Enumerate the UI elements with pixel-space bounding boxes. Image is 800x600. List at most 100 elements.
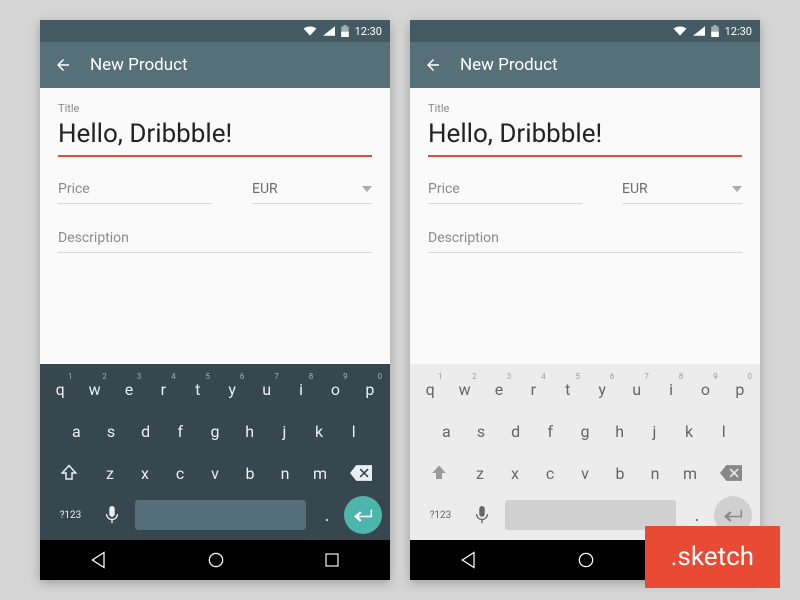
space-key[interactable] (135, 500, 306, 530)
shift-key[interactable] (417, 454, 462, 492)
key-r[interactable]: r4 (517, 370, 549, 408)
backspace-key[interactable] (709, 454, 754, 492)
period-key[interactable]: . (680, 505, 714, 526)
key-f[interactable]: f (534, 412, 567, 450)
key-p[interactable]: p0 (354, 370, 386, 408)
key-m[interactable]: m (304, 454, 337, 492)
key-u[interactable]: u7 (620, 370, 652, 408)
key-j[interactable]: j (268, 412, 301, 450)
back-arrow-icon[interactable] (54, 56, 72, 74)
signal-icon (693, 26, 705, 36)
key-v[interactable]: v (569, 454, 602, 492)
key-g[interactable]: g (569, 412, 602, 450)
backspace-key[interactable] (339, 454, 384, 492)
status-bar: 12:30 (410, 20, 760, 42)
description-input[interactable]: Description (58, 230, 372, 253)
nav-home-icon[interactable] (576, 550, 596, 570)
keyboard-dark: q1w2e3r4t5y6u7i8o9p0 asdfghjkl zxcvbnm ?… (40, 364, 390, 540)
key-y[interactable]: y6 (586, 370, 618, 408)
currency-value: EUR (622, 181, 648, 197)
status-time: 12:30 (355, 25, 382, 38)
key-d[interactable]: d (129, 412, 162, 450)
period-key[interactable]: . (310, 505, 344, 526)
key-x[interactable]: x (129, 454, 162, 492)
key-e[interactable]: e3 (483, 370, 515, 408)
keyboard-row-3: zxcvbnm (414, 454, 756, 492)
form-content: Title Hello, Dribbble! Price EUR Descrip… (410, 88, 760, 253)
keyboard-row-bottom: ?123 . (44, 496, 386, 536)
key-i[interactable]: i8 (655, 370, 687, 408)
key-y[interactable]: y6 (216, 370, 248, 408)
key-s[interactable]: s (465, 412, 498, 450)
key-p[interactable]: p0 (724, 370, 756, 408)
title-input[interactable]: Hello, Dribbble! (58, 115, 372, 155)
nav-back-icon[interactable] (459, 550, 479, 570)
back-arrow-icon[interactable] (424, 56, 442, 74)
key-l[interactable]: l (337, 412, 370, 450)
dropdown-icon (732, 186, 742, 192)
wifi-icon (673, 26, 687, 36)
key-f[interactable]: f (164, 412, 197, 450)
shift-key[interactable] (47, 454, 92, 492)
key-d[interactable]: d (499, 412, 532, 450)
key-h[interactable]: h (603, 412, 636, 450)
key-v[interactable]: v (199, 454, 232, 492)
key-c[interactable]: c (534, 454, 567, 492)
key-m[interactable]: m (674, 454, 707, 492)
key-a[interactable]: a (430, 412, 463, 450)
key-u[interactable]: u7 (250, 370, 282, 408)
key-a[interactable]: a (60, 412, 93, 450)
key-t[interactable]: t5 (182, 370, 214, 408)
key-g[interactable]: g (199, 412, 232, 450)
symbols-key[interactable]: ?123 (48, 496, 93, 534)
battery-icon (341, 25, 349, 37)
key-n[interactable]: n (639, 454, 672, 492)
sketch-badge: .sketch (645, 526, 780, 588)
currency-select[interactable]: EUR (622, 181, 742, 204)
description-input[interactable]: Description (428, 230, 742, 253)
key-k[interactable]: k (303, 412, 336, 450)
enter-key[interactable] (344, 496, 382, 534)
symbols-key[interactable]: ?123 (418, 496, 463, 534)
key-z[interactable]: z (464, 454, 497, 492)
phone-dark-keyboard: 12:30 New Product Title Hello, Dribbble!… (40, 20, 390, 580)
key-i[interactable]: i8 (285, 370, 317, 408)
title-input[interactable]: Hello, Dribbble! (428, 115, 742, 155)
nav-back-icon[interactable] (89, 550, 109, 570)
mic-key[interactable] (463, 506, 501, 524)
key-k[interactable]: k (673, 412, 706, 450)
mic-key[interactable] (93, 506, 131, 524)
key-q[interactable]: q1 (414, 370, 446, 408)
key-q[interactable]: q1 (44, 370, 76, 408)
keyboard-row-3: zxcvbnm (44, 454, 386, 492)
price-input[interactable]: Price (58, 181, 212, 204)
key-w[interactable]: w2 (448, 370, 480, 408)
key-n[interactable]: n (269, 454, 302, 492)
key-w[interactable]: w2 (78, 370, 110, 408)
key-c[interactable]: c (164, 454, 197, 492)
wifi-icon (303, 26, 317, 36)
key-r[interactable]: r4 (147, 370, 179, 408)
key-l[interactable]: l (707, 412, 740, 450)
key-s[interactable]: s (95, 412, 128, 450)
key-t[interactable]: t5 (552, 370, 584, 408)
key-x[interactable]: x (499, 454, 532, 492)
key-e[interactable]: e3 (113, 370, 145, 408)
key-z[interactable]: z (94, 454, 127, 492)
key-h[interactable]: h (233, 412, 266, 450)
key-j[interactable]: j (638, 412, 671, 450)
price-input[interactable]: Price (428, 181, 582, 204)
signal-icon (323, 26, 335, 36)
key-b[interactable]: b (604, 454, 637, 492)
keyboard-row-2: asdfghjkl (44, 412, 386, 450)
keyboard-row-1: q1w2e3r4t5y6u7i8o9p0 (414, 370, 756, 408)
keyboard-row-1: q1w2e3r4t5y6u7i8o9p0 (44, 370, 386, 408)
status-time: 12:30 (725, 25, 752, 38)
key-o[interactable]: o9 (689, 370, 721, 408)
nav-home-icon[interactable] (206, 550, 226, 570)
key-o[interactable]: o9 (319, 370, 351, 408)
key-b[interactable]: b (234, 454, 267, 492)
currency-select[interactable]: EUR (252, 181, 372, 204)
title-label: Title (428, 102, 742, 115)
nav-recent-icon[interactable] (323, 551, 341, 569)
